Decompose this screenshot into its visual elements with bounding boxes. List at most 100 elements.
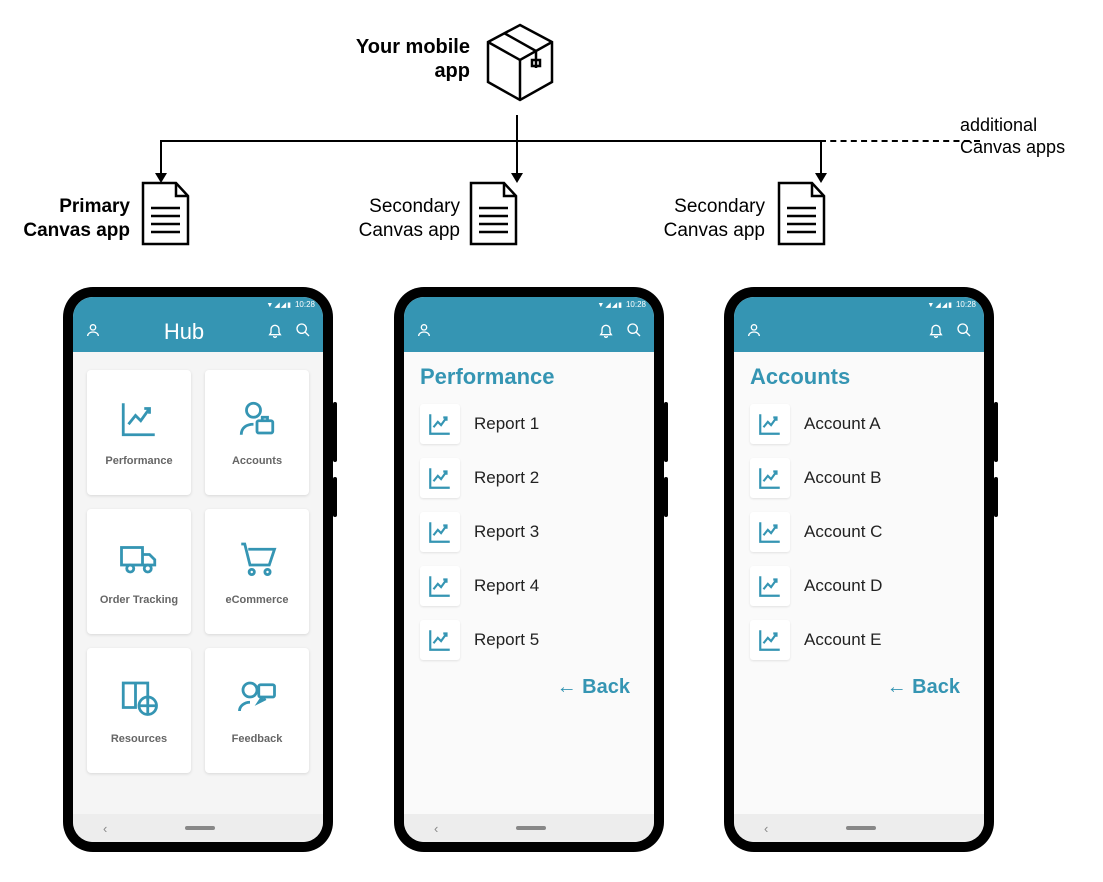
primary-canvas-label: Primary Canvas app (10, 195, 130, 243)
phone-power-button (994, 477, 998, 517)
connector-dashed (820, 140, 980, 142)
hub-tile-ecommerce[interactable]: eCommerce (205, 509, 309, 634)
list-item-label: Account D (804, 576, 882, 596)
hub-grid: Performance Accounts Order Tracking (87, 370, 309, 773)
status-time: 10:28 (295, 300, 315, 309)
bell-icon[interactable] (267, 322, 283, 343)
profile-icon[interactable] (416, 322, 432, 343)
phone-volume-button (333, 402, 337, 462)
search-icon[interactable] (956, 322, 972, 343)
phone-accounts: 10:28 Accounts Account A Account B Account… (724, 287, 994, 852)
list-item-label: Report 3 (474, 522, 539, 542)
bell-icon[interactable] (928, 322, 944, 343)
mobile-app-label: Your mobile app (330, 35, 470, 83)
arrow-to-secondary2 (820, 140, 822, 175)
cart-icon (236, 537, 278, 584)
page-title: Accounts (750, 364, 968, 390)
package-icon (480, 20, 560, 115)
profile-icon[interactable] (85, 322, 101, 343)
accounts-icon (236, 398, 278, 445)
list-item[interactable]: Account D (750, 566, 968, 606)
hub-tile-label: Feedback (232, 733, 283, 745)
chart-icon (420, 620, 460, 660)
arrow-to-secondary1 (516, 140, 518, 175)
phone-hub: 10:28 Hub (63, 287, 333, 852)
connector-vertical (516, 115, 518, 140)
additional-apps-label: additional Canvas apps (960, 115, 1103, 158)
chart-icon (118, 398, 160, 445)
search-icon[interactable] (295, 322, 311, 343)
list-item[interactable]: Account B (750, 458, 968, 498)
status-signal-icons (266, 300, 292, 309)
list-item-label: Account C (804, 522, 882, 542)
hub-tile-label: Order Tracking (100, 594, 178, 606)
status-time: 10:28 (626, 300, 646, 309)
list-item[interactable]: Report 5 (420, 620, 638, 660)
list-item-label: Report 5 (474, 630, 539, 650)
back-link[interactable]: ← Back (420, 676, 630, 699)
phone-performance: 10:28 Performance Report 1 Report 2 Report… (394, 287, 664, 852)
document-icon (466, 180, 521, 253)
status-bar: 10:28 (734, 297, 984, 312)
nav-home-icon[interactable] (846, 826, 876, 830)
chart-icon (420, 458, 460, 498)
list-item-label: Account A (804, 414, 881, 434)
android-nav-bar: ‹ (73, 814, 323, 842)
secondary-canvas-label-1: Secondary Canvas app (340, 195, 460, 243)
list-item[interactable]: Account C (750, 512, 968, 552)
nav-back-icon[interactable]: ‹ (434, 821, 438, 836)
resources-icon (118, 676, 160, 723)
chart-icon (750, 404, 790, 444)
list-item-label: Report 1 (474, 414, 539, 434)
nav-back-icon[interactable]: ‹ (103, 821, 107, 836)
page-title: Performance (420, 364, 638, 390)
list-item-label: Account E (804, 630, 882, 650)
truck-icon (118, 537, 160, 584)
search-icon[interactable] (626, 322, 642, 343)
app-title: Hub (101, 319, 267, 345)
list-item-label: Account B (804, 468, 882, 488)
chart-icon (420, 404, 460, 444)
back-link[interactable]: ← Back (750, 676, 960, 699)
status-time: 10:28 (956, 300, 976, 309)
nav-back-icon[interactable]: ‹ (764, 821, 768, 836)
connector-horizontal (160, 140, 820, 142)
bell-icon[interactable] (598, 322, 614, 343)
hub-tile-accounts[interactable]: Accounts (205, 370, 309, 495)
feedback-icon (236, 676, 278, 723)
list-item[interactable]: Report 4 (420, 566, 638, 606)
list-item[interactable]: Account E (750, 620, 968, 660)
nav-home-icon[interactable] (516, 826, 546, 830)
app-header: Hub (73, 312, 323, 352)
secondary-canvas-label-2: Secondary Canvas app (645, 195, 765, 243)
document-icon (774, 180, 829, 253)
hub-tile-label: Resources (111, 733, 167, 745)
hub-tile-resources[interactable]: Resources (87, 648, 191, 773)
hub-tile-order-tracking[interactable]: Order Tracking (87, 509, 191, 634)
chart-icon (750, 512, 790, 552)
list-item-label: Report 2 (474, 468, 539, 488)
profile-icon[interactable] (746, 322, 762, 343)
hub-tile-performance[interactable]: Performance (87, 370, 191, 495)
list-item[interactable]: Report 1 (420, 404, 638, 444)
chart-icon (750, 458, 790, 498)
hub-tile-label: Performance (105, 455, 172, 467)
phone-power-button (333, 477, 337, 517)
android-nav-bar: ‹ (404, 814, 654, 842)
list-item[interactable]: Account A (750, 404, 968, 444)
chart-icon (750, 566, 790, 606)
list-item[interactable]: Report 2 (420, 458, 638, 498)
arrow-to-primary (160, 140, 162, 175)
hub-tile-label: eCommerce (226, 594, 289, 606)
phone-volume-button (664, 402, 668, 462)
hub-tile-feedback[interactable]: Feedback (205, 648, 309, 773)
phone-volume-button (994, 402, 998, 462)
document-icon (138, 180, 193, 253)
phone-power-button (664, 477, 668, 517)
list-item[interactable]: Report 3 (420, 512, 638, 552)
android-nav-bar: ‹ (734, 814, 984, 842)
chart-icon (420, 512, 460, 552)
app-header (734, 312, 984, 352)
status-signal-icons (927, 300, 953, 309)
nav-home-icon[interactable] (185, 826, 215, 830)
